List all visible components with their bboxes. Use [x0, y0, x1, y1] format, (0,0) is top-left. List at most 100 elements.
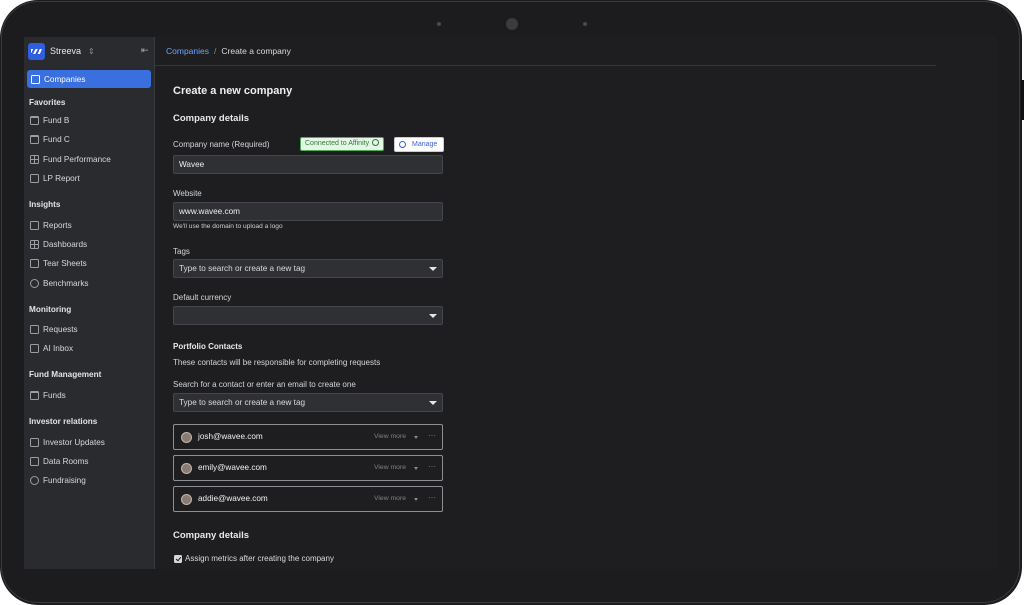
- caret-down-icon: [414, 467, 418, 470]
- streeva-logo-icon: [28, 42, 45, 60]
- collapse-sidebar-icon[interactable]: ⇤: [141, 45, 149, 56]
- view-more-button[interactable]: View more: [374, 433, 406, 440]
- avatar: [181, 432, 192, 443]
- dashboard-icon: [30, 239, 39, 249]
- sidebar-item-label: Fund B: [43, 115, 70, 125]
- sidebar-item-reports[interactable]: Reports: [30, 219, 72, 231]
- breadcrumb-separator: /: [214, 46, 217, 56]
- manage-button[interactable]: Manage: [394, 137, 444, 152]
- sidebar-item-investor-updates[interactable]: Investor Updates: [30, 436, 105, 448]
- default-currency-label: Default currency: [173, 293, 232, 302]
- manage-label: Manage: [412, 141, 438, 148]
- avatar: [181, 494, 192, 505]
- tags-select[interactable]: Type to search or create a new tag: [173, 259, 443, 278]
- sidebar-item-fundraising[interactable]: Fundraising: [30, 474, 86, 486]
- document-icon: [30, 173, 39, 183]
- sidebar-item-funds[interactable]: Funds: [30, 389, 66, 401]
- view-more-button[interactable]: View more: [374, 495, 406, 502]
- device-frame: Streeva ⇕ ⇤ Companies Favorites Fund B F…: [0, 0, 1024, 605]
- sidebar-item-label: Tear Sheets: [43, 258, 87, 268]
- sidebar-item-fund-b[interactable]: Fund B: [30, 114, 69, 126]
- contact-search-label: Search for a contact or enter an email t…: [173, 380, 356, 389]
- report-icon: [30, 220, 39, 230]
- contact-card[interactable]: emily@wavee.com View more ···: [173, 455, 443, 481]
- sidebar-item-label: Investor Updates: [43, 437, 105, 447]
- sidebar-item-data-rooms[interactable]: Data Rooms: [30, 455, 89, 467]
- main-content: Companies / Create a company Create a new …: [155, 37, 997, 569]
- tags-placeholder: Type to search or create a new tag: [179, 264, 306, 273]
- check-circle-icon: [372, 139, 380, 146]
- sidebar-item-fund-performance[interactable]: Fund Performance: [30, 153, 111, 165]
- section-fund-management: Fund Management: [29, 370, 102, 379]
- caret-down-icon: [429, 401, 437, 405]
- contact-email: emily@wavee.com: [198, 463, 267, 472]
- sidebar-item-label: Companies: [44, 74, 86, 84]
- company-details-heading: Company details: [173, 113, 250, 124]
- sidebar-item-label: Funds: [43, 390, 66, 400]
- sidebar: Streeva ⇕ ⇤ Companies Favorites Fund B F…: [24, 37, 155, 569]
- breadcrumb-companies-link[interactable]: Companies: [166, 46, 209, 56]
- portfolio-contacts-heading: Portfolio Contacts: [173, 342, 243, 351]
- contact-email: josh@wavee.com: [198, 432, 263, 441]
- caret-down-icon: [414, 498, 418, 501]
- camera-icon: [506, 18, 518, 30]
- contact-card[interactable]: addie@wavee.com View more ···: [173, 486, 443, 512]
- workspace-name: Streeva: [50, 46, 82, 56]
- affinity-badge-text: Connected to Affinity: [305, 140, 370, 147]
- caret-down-icon: [414, 436, 418, 439]
- sidebar-item-companies[interactable]: Companies: [27, 70, 151, 88]
- assign-metrics-checkbox[interactable]: [174, 555, 182, 563]
- default-currency-select[interactable]: [173, 306, 443, 325]
- contact-card[interactable]: josh@wavee.com View more ···: [173, 424, 443, 450]
- bank-icon: [30, 134, 39, 144]
- sidebar-item-label: Reports: [43, 220, 72, 230]
- sensor-dot: [583, 22, 587, 26]
- section-favorites: Favorites: [29, 98, 66, 107]
- contact-search-placeholder: Type to search or create a new tag: [179, 398, 306, 407]
- sidebar-item-label: Dashboards: [43, 239, 88, 249]
- page-title: Create a new company: [173, 85, 293, 97]
- app-screen: Streeva ⇕ ⇤ Companies Favorites Fund B F…: [24, 37, 997, 569]
- sidebar-item-label: AI Inbox: [43, 343, 74, 353]
- sidebar-item-label: Benchmarks: [43, 278, 89, 288]
- tags-label: Tags: [173, 247, 190, 256]
- sensor-dot: [437, 22, 441, 26]
- sidebar-item-ai-inbox[interactable]: AI Inbox: [30, 342, 73, 354]
- sidebar-item-fund-c[interactable]: Fund C: [30, 133, 70, 145]
- sidebar-item-label: Fundraising: [43, 475, 86, 485]
- company-name-input[interactable]: Wavee: [173, 155, 443, 174]
- contact-email: addie@wavee.com: [198, 494, 268, 503]
- company-details-heading-2: Company details: [173, 530, 250, 541]
- sheet-icon: [30, 258, 39, 268]
- sidebar-item-dashboards[interactable]: Dashboards: [30, 238, 87, 250]
- fundraising-icon: [30, 475, 39, 485]
- sidebar-item-label: Fund Performance: [43, 154, 111, 164]
- header-divider: [155, 65, 936, 66]
- table-icon: [30, 154, 39, 164]
- sidebar-item-lp-report[interactable]: LP Report: [30, 172, 80, 184]
- more-options-icon[interactable]: ···: [428, 462, 436, 471]
- bank-icon: [30, 390, 39, 400]
- assign-metrics-label: Assign metrics after creating the compan…: [185, 554, 334, 563]
- sidebar-item-requests[interactable]: Requests: [30, 323, 78, 335]
- section-investor-relations: Investor relations: [29, 417, 98, 426]
- website-input[interactable]: www.wavee.com: [173, 202, 443, 221]
- caret-down-icon: [429, 314, 437, 318]
- more-options-icon[interactable]: ···: [428, 493, 436, 502]
- avatar: [181, 463, 192, 474]
- website-help-text: We'll use the domain to upload a logo: [173, 223, 283, 230]
- inbox-icon: [30, 343, 39, 353]
- folder-icon: [30, 456, 39, 466]
- portfolio-contacts-description: These contacts will be responsible for c…: [173, 358, 381, 367]
- sidebar-item-label: Fund C: [43, 134, 70, 144]
- more-options-icon[interactable]: ···: [428, 431, 436, 440]
- workspace-switcher[interactable]: Streeva ⇕: [28, 42, 95, 60]
- sidebar-item-benchmarks[interactable]: Benchmarks: [30, 277, 89, 289]
- caret-down-icon: [429, 267, 437, 271]
- contact-search-select[interactable]: Type to search or create a new tag: [173, 393, 443, 412]
- sidebar-item-label: Requests: [43, 324, 78, 334]
- sidebar-item-tear-sheets[interactable]: Tear Sheets: [30, 257, 87, 269]
- bank-icon: [30, 115, 39, 125]
- section-insights: Insights: [29, 200, 61, 209]
- view-more-button[interactable]: View more: [374, 464, 406, 471]
